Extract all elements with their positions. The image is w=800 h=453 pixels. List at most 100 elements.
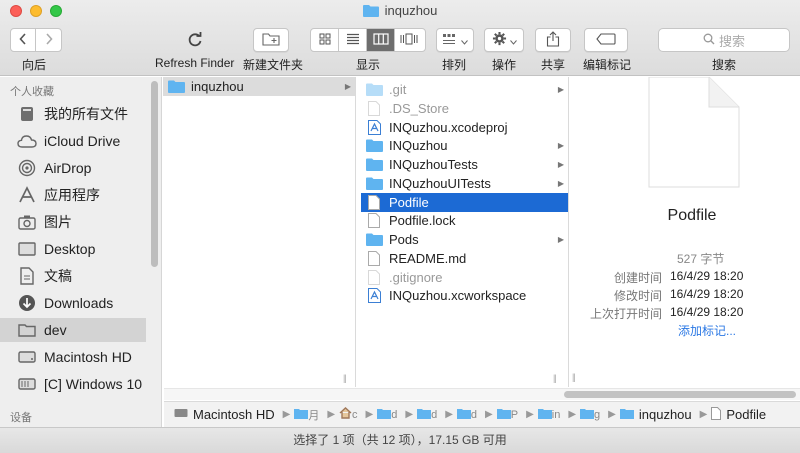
icon-view-button[interactable] (311, 29, 339, 51)
horizontal-scrollbar[interactable] (164, 388, 800, 400)
camera-icon (17, 212, 37, 232)
share-button[interactable] (535, 28, 571, 52)
sidebar-item-label: [C] Windows 10 (44, 376, 143, 392)
path-item-home[interactable]: c (339, 407, 358, 422)
search-input[interactable]: 搜索 (658, 28, 790, 52)
gear-icon (492, 31, 507, 49)
path-item-podfile[interactable]: Podfile (711, 406, 766, 423)
list-item[interactable]: Podfile.lock (361, 211, 568, 230)
search-label: 搜索 (712, 58, 737, 72)
sidebar-item-applications[interactable]: 应用程序 (0, 183, 146, 207)
folder-icon (365, 158, 383, 171)
sidebar-item-all-files[interactable]: 我的所有文件 (0, 102, 146, 126)
list-item[interactable]: INQuzhouTests ▶ (361, 155, 568, 174)
view-label: 显示 (356, 58, 381, 72)
path-separator-icon: ▶ (608, 409, 616, 420)
sidebar-item-desktop[interactable]: Desktop (0, 237, 146, 261)
sidebar-item-documents[interactable]: 文稿 (0, 264, 146, 288)
sort-button[interactable] (436, 28, 474, 52)
new-folder-label: 新建文件夹 (243, 58, 304, 72)
action-button[interactable] (484, 28, 524, 52)
path-item-inquzhou[interactable]: inquzhou (619, 407, 692, 422)
refresh-finder-button[interactable]: Refresh Finder (155, 56, 234, 70)
path-item-folder[interactable]: g (580, 407, 600, 422)
forward-button[interactable] (36, 29, 61, 51)
sidebar-item-label: iCloud Drive (44, 133, 121, 149)
path-separator-icon: ▶ (405, 409, 414, 420)
cloud-icon (17, 131, 37, 151)
edit-tags-button[interactable] (584, 28, 628, 52)
list-item[interactable]: INQuzhouUITests ▶ (361, 174, 568, 193)
path-separator-icon: ▶ (485, 409, 493, 420)
list-item[interactable]: INQuzhou.xcworkspace (361, 286, 568, 305)
edit-tags-label: 编辑标记 (583, 58, 632, 72)
list-view-button[interactable] (339, 29, 367, 51)
status-bar: 选择了 1 项（共 12 项），17.15 GB 可用 (0, 427, 800, 453)
cover-flow-icon (400, 33, 418, 48)
file-icon (365, 269, 383, 285)
file-icon (365, 250, 383, 266)
add-tags-link[interactable]: 添加标记... (678, 322, 736, 339)
chevron-right-icon (45, 32, 53, 48)
sidebar-item-airdrop[interactable]: AirDrop (0, 156, 146, 180)
disclosure-arrow-icon: ▶ (557, 178, 564, 188)
list-item[interactable]: INQuzhou.xcodeproj (361, 118, 568, 137)
column-view-button[interactable] (367, 29, 395, 51)
search-icon (703, 33, 719, 48)
path-separator-icon: ▶ (526, 409, 534, 420)
window-title: inquzhou (0, 3, 800, 20)
folder-icon (496, 407, 511, 422)
path-item-folder[interactable]: d (417, 407, 437, 422)
path-separator-icon: ▶ (327, 409, 336, 420)
sidebar-item-dev[interactable]: dev (0, 318, 146, 342)
favorites-header: 个人收藏 (10, 86, 54, 98)
all-files-icon (17, 104, 37, 124)
sidebar-item-icloud-drive[interactable]: iCloud Drive (0, 129, 146, 153)
path-item-folder[interactable]: P (496, 407, 518, 422)
folder-icon (365, 233, 383, 246)
disk-icon (174, 407, 188, 422)
sidebar-item-macintosh-hd[interactable]: Macintosh HD (0, 345, 146, 369)
column-resize-handle[interactable]: || (343, 373, 347, 383)
scrollbar-thumb[interactable] (564, 391, 796, 398)
list-item[interactable]: inquzhou ▶ (163, 77, 355, 96)
share-icon (546, 30, 560, 50)
list-item[interactable]: INQuzhou ▶ (361, 136, 568, 155)
list-item[interactable]: .DS_Store (361, 99, 568, 118)
sidebar-item-label: AirDrop (44, 160, 92, 176)
list-item[interactable]: README.md (361, 249, 568, 268)
path-item-folder[interactable]: d (456, 407, 477, 422)
sidebar-item-pictures[interactable]: 图片 (0, 210, 146, 234)
path-item-macintosh-hd[interactable]: Macintosh HD (174, 407, 275, 422)
folder-icon (362, 4, 379, 20)
preview-opened-row: 上次打开时间 16/4/29 18:20 (589, 305, 744, 321)
list-item[interactable]: Pods ▶ (361, 230, 568, 249)
folder-icon (619, 407, 634, 422)
view-mode-control (310, 28, 426, 52)
column-resize-handle[interactable]: || (553, 373, 557, 383)
folder-icon (167, 80, 185, 93)
documents-icon (17, 266, 37, 286)
sidebar-item-label: 我的所有文件 (44, 106, 128, 122)
disclosure-arrow-icon: ▶ (344, 82, 351, 91)
preview-file-name: Podfile (667, 207, 717, 224)
sidebar-item-downloads[interactable]: Downloads (0, 291, 146, 315)
search-placeholder: 搜索 (718, 33, 745, 49)
sidebar-item-label: Downloads (44, 295, 114, 311)
document-icon (647, 76, 741, 192)
cover-flow-button[interactable] (395, 29, 423, 51)
list-item[interactable]: Podfile (361, 192, 568, 212)
list-item[interactable]: .gitignore (361, 268, 568, 287)
path-item-user[interactable]: 月 (294, 407, 319, 423)
preview-pane: Podfile 527 字节 创建时间 16/4/29 18:20 修改时间 16/… (584, 76, 800, 387)
chevron-down-icon (461, 33, 468, 48)
list-item[interactable]: .git ▶ (361, 80, 568, 99)
sidebar-scrollbar[interactable] (151, 81, 158, 267)
refresh-icon[interactable] (186, 31, 204, 52)
path-item-folder[interactable]: in (537, 407, 560, 422)
path-item-folder[interactable]: d (377, 407, 397, 422)
path-separator-icon: ▶ (445, 409, 453, 420)
new-folder-button[interactable] (253, 28, 289, 52)
sidebar-item-windows-10[interactable]: [C] Windows 10 (0, 372, 146, 396)
back-button[interactable] (11, 29, 37, 51)
